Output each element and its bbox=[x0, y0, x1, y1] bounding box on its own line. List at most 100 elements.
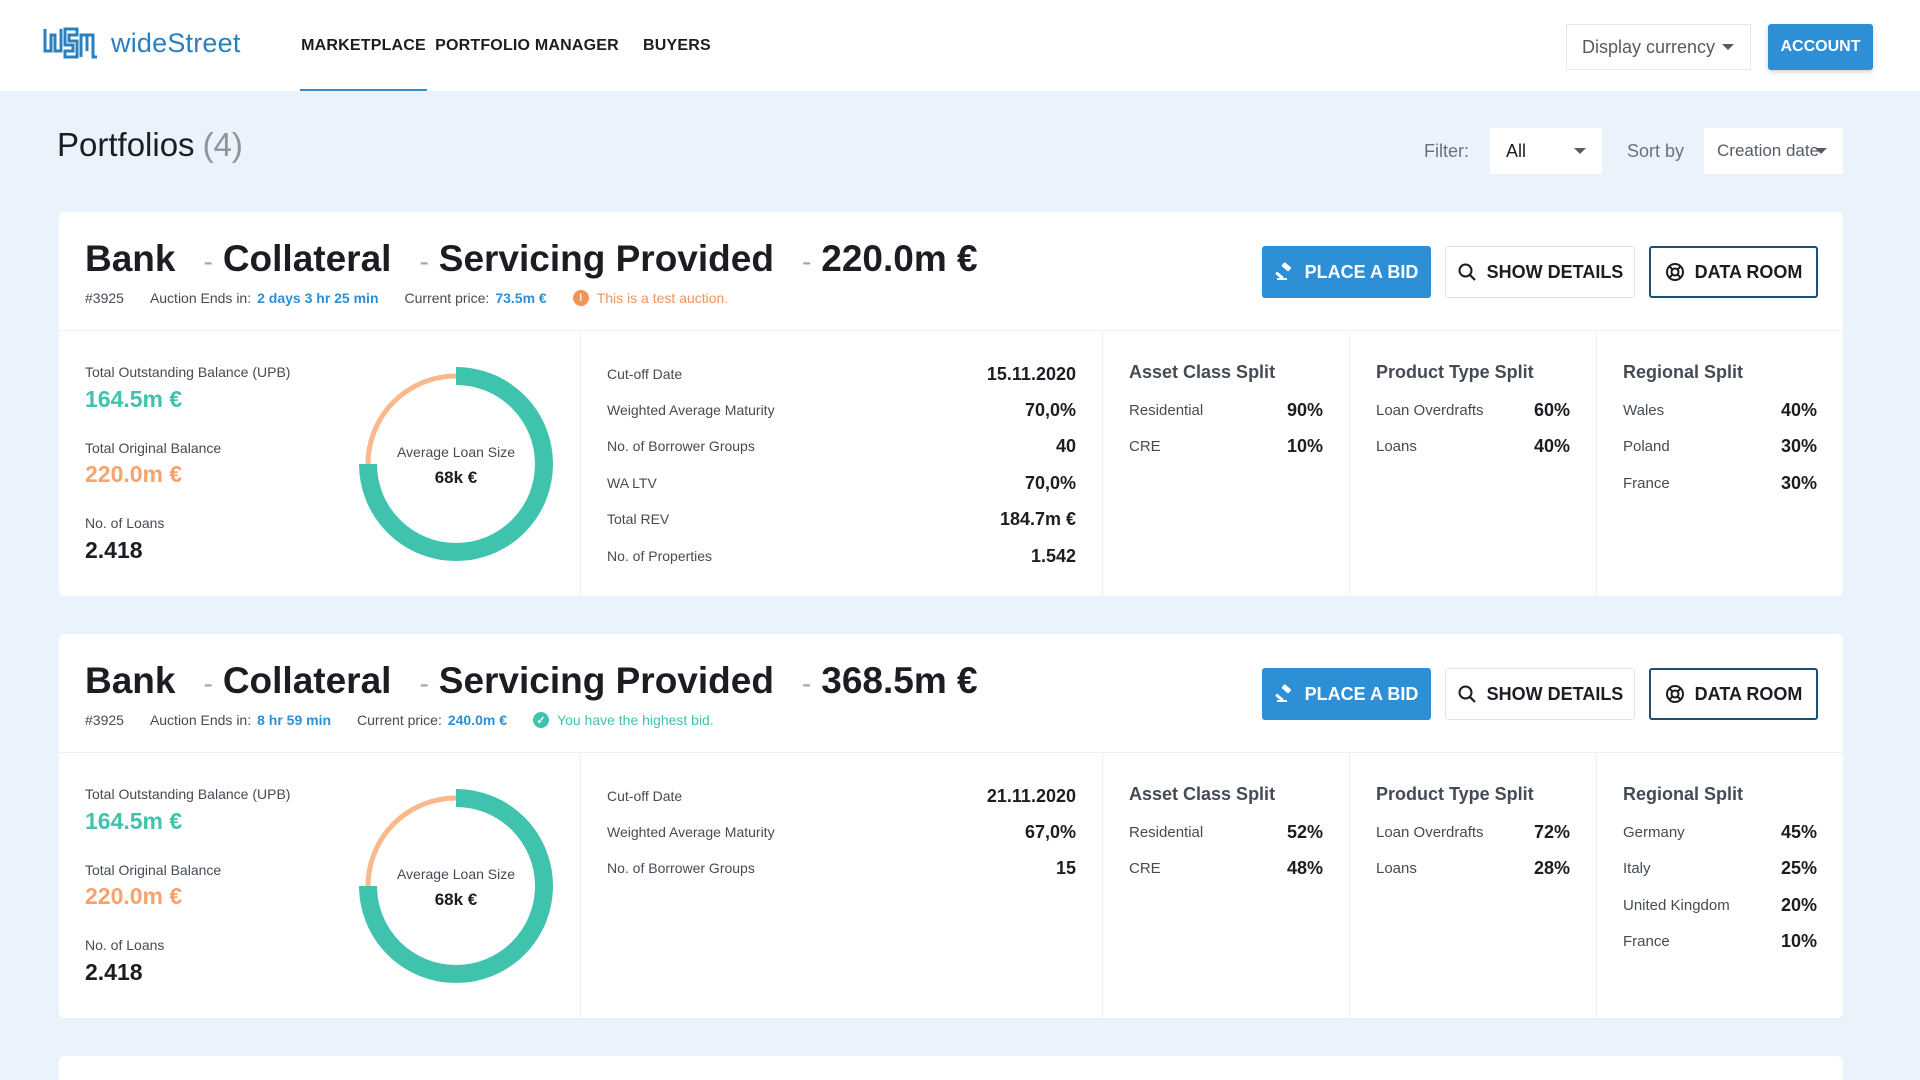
account-button[interactable]: ACCOUNT bbox=[1768, 24, 1873, 70]
split-key: Wales bbox=[1623, 401, 1665, 419]
auction-ends-label: Auction Ends in: bbox=[149, 712, 252, 728]
title-separator: - bbox=[203, 668, 213, 699]
metric-key: WA LTV bbox=[607, 475, 657, 491]
sort-select[interactable]: Creation date bbox=[1704, 128, 1843, 174]
place-bid-button[interactable]: PLACE A BID bbox=[1262, 668, 1431, 720]
chevron-down-icon bbox=[1574, 148, 1586, 154]
product-split-title: Product Type Split bbox=[1376, 784, 1534, 804]
split-value: 30% bbox=[1780, 472, 1817, 493]
portfolio-servicing: Servicing Provided bbox=[438, 238, 774, 279]
metric-value: 1.542 bbox=[1030, 545, 1076, 566]
title-separator: - bbox=[203, 246, 213, 277]
num-loans-label: No. of Loans bbox=[85, 515, 165, 531]
portfolio-count: (4) bbox=[202, 126, 243, 163]
filter-value: All bbox=[1506, 140, 1527, 161]
metric-row: No. of Properties 1.542 bbox=[607, 546, 1076, 566]
split-value: 52% bbox=[1286, 821, 1323, 842]
metric-value: 184.7m € bbox=[999, 508, 1076, 529]
data-room-button[interactable]: DATA ROOM bbox=[1649, 668, 1818, 720]
split-row: Wales 40% bbox=[1623, 400, 1817, 420]
regional-split-title: Regional Split bbox=[1623, 362, 1744, 382]
split-row: Residential 52% bbox=[1129, 822, 1323, 842]
page-title: Portfolios (4) bbox=[57, 126, 243, 164]
show-details-label: SHOW DETAILS bbox=[1486, 683, 1624, 704]
portfolio-card-body: Total Outstanding Balance (UPB) 164.5m €… bbox=[59, 754, 1843, 1018]
metric-row: Weighted Average Maturity 70,0% bbox=[607, 400, 1076, 420]
place-bid-button[interactable]: PLACE A BID bbox=[1262, 246, 1431, 298]
logo[interactable]: wideStreet bbox=[43, 25, 241, 61]
place-bid-label: PLACE A BID bbox=[1304, 261, 1419, 282]
data-room-button[interactable]: DATA ROOM bbox=[1649, 246, 1818, 298]
split-key: Loans bbox=[1376, 859, 1417, 877]
original-balance-value: 220.0m € bbox=[85, 461, 183, 487]
portfolio-card-body: Total Outstanding Balance (UPB) 164.5m €… bbox=[59, 332, 1843, 596]
loan-size-donut-chart bbox=[359, 789, 553, 983]
auction-ends-value: 2 days 3 hr 25 min bbox=[257, 290, 379, 306]
upb-label: Total Outstanding Balance (UPB) bbox=[85, 786, 291, 802]
num-loans-label: No. of Loans bbox=[85, 937, 165, 953]
original-balance-label: Total Original Balance bbox=[85, 440, 222, 456]
search-icon bbox=[1458, 685, 1476, 703]
title-separator: - bbox=[419, 246, 429, 277]
split-row: France 30% bbox=[1623, 473, 1817, 493]
split-row: Loans 40% bbox=[1376, 436, 1570, 456]
asset-split-column: Asset Class Split Residential 52% CRE 48% bbox=[1102, 754, 1349, 1018]
life-ring-icon bbox=[1665, 685, 1684, 703]
original-balance-label: Total Original Balance bbox=[85, 862, 222, 878]
page-title-text: Portfolios bbox=[57, 126, 195, 163]
split-row: Loan Overdrafts 60% bbox=[1376, 400, 1570, 420]
nav-marketplace[interactable]: MARKETPLACE bbox=[300, 0, 427, 91]
place-bid-label: PLACE A BID bbox=[1304, 683, 1419, 704]
auction-notice: ✓ You have the highest bid. bbox=[533, 712, 714, 728]
split-key: Italy bbox=[1623, 859, 1651, 877]
split-value: 10% bbox=[1780, 930, 1817, 951]
split-key: Residential bbox=[1129, 401, 1204, 419]
metric-row: No. of Borrower Groups 15 bbox=[607, 858, 1076, 878]
portfolio-title: Bank - Collateral - Servicing Provided -… bbox=[85, 238, 978, 280]
alert-icon: ! bbox=[572, 290, 589, 306]
metric-row: No. of Borrower Groups 40 bbox=[607, 436, 1076, 456]
gavel-icon bbox=[1275, 684, 1291, 702]
gavel-icon bbox=[1275, 262, 1291, 280]
split-key: CRE bbox=[1129, 859, 1161, 877]
split-key: Loan Overdrafts bbox=[1376, 823, 1484, 841]
split-row: CRE 10% bbox=[1129, 436, 1323, 456]
show-details-button[interactable]: SHOW DETAILS bbox=[1445, 246, 1635, 298]
split-key: France bbox=[1623, 932, 1670, 950]
portfolio-title: Bank - Collateral - Servicing Provided -… bbox=[85, 660, 978, 702]
split-value: 40% bbox=[1780, 399, 1817, 420]
check-circle-icon: ✓ bbox=[533, 712, 550, 728]
metric-key: Weighted Average Maturity bbox=[607, 402, 775, 418]
metric-value: 15 bbox=[1055, 857, 1076, 878]
auction-notice: ! This is a test auction. bbox=[572, 290, 728, 306]
nav-portfolio-manager[interactable]: PORTFOLIO MANAGER bbox=[427, 0, 627, 91]
metric-key: No. of Borrower Groups bbox=[607, 438, 755, 454]
metric-row: Cut-off Date 15.11.2020 bbox=[607, 364, 1076, 384]
split-key: Germany bbox=[1623, 823, 1685, 841]
filter-label: Filter: bbox=[1424, 141, 1469, 161]
metric-row: WA LTV 70,0% bbox=[607, 473, 1076, 493]
display-currency-select[interactable]: Display currency bbox=[1566, 24, 1751, 70]
num-loans-value: 2.418 bbox=[85, 537, 143, 563]
balance-column: Total Outstanding Balance (UPB) 164.5m €… bbox=[59, 754, 580, 1018]
num-loans-value: 2.418 bbox=[85, 959, 143, 985]
asset-split-column: Asset Class Split Residential 90% CRE 10% bbox=[1102, 332, 1349, 596]
sort-label: Sort by bbox=[1627, 141, 1685, 161]
split-value: 45% bbox=[1780, 821, 1817, 842]
loan-size-donut-chart bbox=[359, 367, 553, 561]
title-separator: - bbox=[419, 668, 429, 699]
current-price-value: 240.0m € bbox=[447, 712, 508, 728]
metric-key: Weighted Average Maturity bbox=[607, 824, 775, 840]
portfolio-amount: 220.0m € bbox=[821, 238, 978, 279]
metric-value: 21.11.2020 bbox=[986, 785, 1076, 806]
title-separator: - bbox=[801, 668, 812, 699]
filter-select[interactable]: All bbox=[1490, 128, 1602, 174]
upb-value: 164.5m € bbox=[85, 808, 183, 834]
portfolio-servicing: Servicing Provided bbox=[438, 660, 774, 701]
show-details-label: SHOW DETAILS bbox=[1486, 261, 1624, 282]
show-details-button[interactable]: SHOW DETAILS bbox=[1445, 668, 1635, 720]
nav-buyers[interactable]: BUYERS bbox=[627, 0, 727, 91]
avg-loan-size-label: Average Loan Size bbox=[396, 866, 516, 882]
portfolio-bank: Bank bbox=[85, 238, 176, 279]
metrics-column: Cut-off Date 21.11.2020 Weighted Average … bbox=[580, 754, 1102, 1018]
